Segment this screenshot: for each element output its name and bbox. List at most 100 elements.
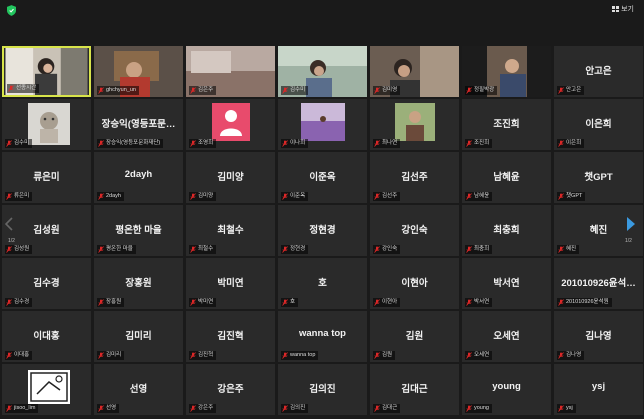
participant-display-name: 정현경 [309, 225, 336, 236]
participant-name-text: 이대홍 [14, 352, 30, 358]
participant-name-label: 평온한 마을 [97, 245, 136, 254]
participant-display-name: 이준옥 [309, 172, 336, 183]
participant-tile[interactable]: 김수미 [278, 46, 367, 97]
participant-name-text: 호 [290, 299, 296, 305]
participant-display-name: 선영 [129, 384, 148, 395]
participant-tile[interactable]: ysj ysj [554, 364, 643, 415]
participant-name-label: 남혜윤 [465, 192, 493, 201]
participant-tile[interactable]: 김미영 [370, 46, 459, 97]
participant-tile[interactable]: 선영 선영 [94, 364, 183, 415]
participant-tile[interactable]: 장승익(영등포문… 장승익(영등포문화재단) [94, 99, 183, 150]
participant-tile[interactable]: 이나희 [278, 99, 367, 150]
participant-tile[interactable]: 김원 김원 [370, 311, 459, 362]
participant-name-text: 남혜윤 [474, 193, 490, 199]
participant-tile[interactable]: wanna top wanna top [278, 311, 367, 362]
participant-tile[interactable]: 김나영 김나영 [554, 311, 643, 362]
participant-tile[interactable]: 김은주 [186, 46, 275, 97]
mic-muted-icon [466, 140, 472, 147]
mic-muted-icon [558, 352, 564, 359]
participant-display-name: 안고은 [585, 66, 612, 77]
participant-name-label: 장홍원 [97, 298, 125, 307]
participant-name-text: 조진희 [474, 140, 490, 146]
participant-tile[interactable]: 201010926윤석… 201010926윤석원 [554, 258, 643, 309]
participant-tile[interactable]: 안고은 안고은 [554, 46, 643, 97]
participant-tile[interactable]: 박미연 박미연 [186, 258, 275, 309]
participant-tile[interactable]: 김수미 [2, 99, 91, 150]
participant-tile[interactable]: 선종시간 [2, 46, 91, 97]
mic-muted-icon [190, 140, 196, 147]
participant-tile[interactable]: 2dayh 2dayh [94, 152, 183, 203]
participant-tile[interactable]: 챗GPT 챗GPT [554, 152, 643, 203]
participant-tile[interactable]: ghchyun_un [94, 46, 183, 97]
participant-tile[interactable]: 김선주 김선주 [370, 152, 459, 203]
participant-display-name: 남혜윤 [493, 172, 520, 183]
participant-tile[interactable]: 박서연 박서연 [462, 258, 551, 309]
participant-tile[interactable]: 김대근 김대근 [370, 364, 459, 415]
participant-display-name: 김원 [405, 331, 424, 342]
participant-name-text: 김성원 [14, 246, 30, 252]
mic-muted-icon [374, 193, 380, 200]
mic-muted-icon [282, 352, 288, 359]
mic-muted-icon [282, 193, 288, 200]
mic-muted-icon [466, 246, 472, 253]
mic-muted-icon [6, 193, 12, 200]
participant-name-text: 김미양 [198, 193, 214, 199]
next-page-button[interactable] [624, 206, 638, 242]
participant-tile[interactable]: 김수경 김수경 [2, 258, 91, 309]
participant-name-text: 평온한 마을 [106, 246, 133, 252]
participant-tile[interactable]: 평온한 마을 평온한 마을 [94, 205, 183, 256]
participant-tile[interactable]: 김진혁 김진혁 [186, 311, 275, 362]
mic-muted-icon [558, 87, 564, 94]
participant-tile[interactable]: 이준옥 이준옥 [278, 152, 367, 203]
mic-muted-icon [282, 299, 288, 306]
participant-tile[interactable]: young young [462, 364, 551, 415]
participant-name-text: 201010926윤석원 [566, 299, 609, 305]
previous-page-button[interactable] [2, 206, 16, 242]
participant-display-name: 호 [318, 278, 327, 289]
participant-tile[interactable]: 정필박광 [462, 46, 551, 97]
participant-tile[interactable]: 이은희 이은희 [554, 99, 643, 150]
chevron-left-icon [5, 217, 13, 231]
participant-tile[interactable]: 김미리 김미리 [94, 311, 183, 362]
mic-muted-icon [466, 299, 472, 306]
participant-name-text: 조영희 [198, 140, 214, 146]
participant-name-text: 김미영 [382, 87, 398, 93]
view-button[interactable]: 보기 [612, 4, 634, 14]
mic-muted-icon [98, 140, 104, 147]
participant-name-label: 장승익(영등포문화재단) [97, 139, 164, 148]
participant-tile[interactable]: 조영희 [186, 99, 275, 150]
participant-tile[interactable]: 이대홍 이대홍 [2, 311, 91, 362]
participant-tile[interactable]: jisoo_lim [2, 364, 91, 415]
participant-tile[interactable]: 최충희 최충희 [462, 205, 551, 256]
participant-tile[interactable]: 류은미 류은미 [2, 152, 91, 203]
mic-muted-icon [374, 299, 380, 306]
participant-display-name: 장승익(영등포문… [101, 119, 176, 130]
participant-name-label: 선영 [97, 404, 120, 413]
participant-name-text: 안고은 [566, 87, 582, 93]
participant-name-label: 안고은 [557, 86, 585, 95]
participant-tile[interactable]: 최나연 [370, 99, 459, 150]
mic-muted-icon [98, 193, 104, 200]
shield-icon[interactable] [7, 5, 16, 16]
participant-name-label: 박미연 [189, 298, 217, 307]
participant-tile[interactable]: 호호 [278, 258, 367, 309]
participant-tile[interactable]: 최철수 최철수 [186, 205, 275, 256]
participant-name-text: 정현경 [290, 246, 306, 252]
participant-name-text: 장승익(영등포문화재단) [106, 140, 161, 146]
mic-muted-icon [466, 193, 472, 200]
participant-name-text: 김미리 [106, 352, 122, 358]
participant-tile[interactable]: 정현경 정현경 [278, 205, 367, 256]
mic-muted-icon [6, 299, 12, 306]
participant-tile[interactable]: 장홍원 장홍원 [94, 258, 183, 309]
mic-muted-icon [190, 299, 196, 306]
participant-tile[interactable]: 김미양 김미양 [186, 152, 275, 203]
participant-display-name: 이대홍 [33, 331, 60, 342]
participant-name-label: jisoo_lim [5, 404, 39, 413]
participant-tile[interactable]: 오세연 오세연 [462, 311, 551, 362]
participant-tile[interactable]: 강은주 강은주 [186, 364, 275, 415]
participant-tile[interactable]: 조진희 조진희 [462, 99, 551, 150]
participant-tile[interactable]: 남혜윤 남혜윤 [462, 152, 551, 203]
participant-tile[interactable]: 김의진 김의진 [278, 364, 367, 415]
participant-tile[interactable]: 이현아 이현아 [370, 258, 459, 309]
participant-tile[interactable]: 강인숙 강인숙 [370, 205, 459, 256]
